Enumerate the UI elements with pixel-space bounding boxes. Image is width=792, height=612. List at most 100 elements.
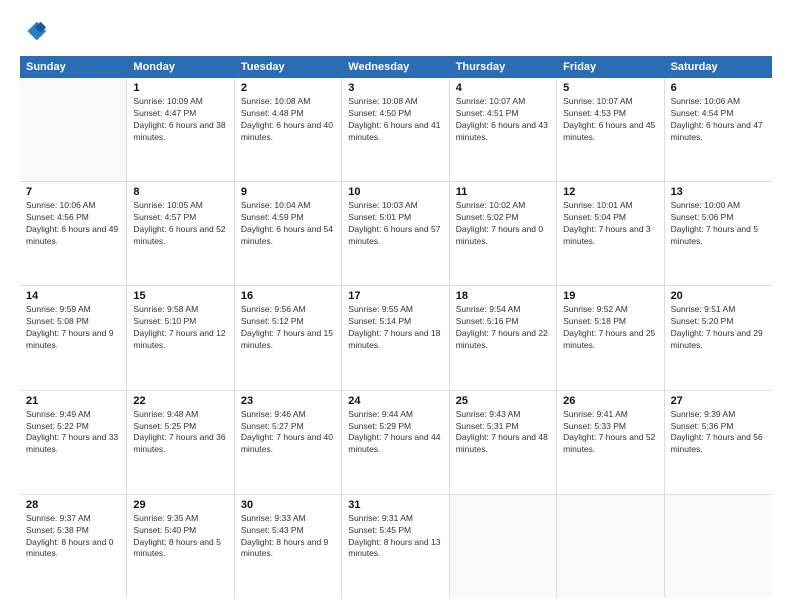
day-detail: Sunrise: 9:31 AMSunset: 5:45 PMDaylight:… bbox=[348, 513, 442, 561]
weekday-header: Monday bbox=[127, 56, 234, 78]
calendar-cell: 14Sunrise: 9:59 AMSunset: 5:08 PMDayligh… bbox=[20, 286, 127, 389]
calendar-cell: 19Sunrise: 9:52 AMSunset: 5:18 PMDayligh… bbox=[557, 286, 664, 389]
calendar-cell: 9 Sunrise: 10:04 AMSunset: 4:59 PMDayligh… bbox=[235, 182, 342, 285]
calendar-row: 14Sunrise: 9:59 AMSunset: 5:08 PMDayligh… bbox=[20, 286, 772, 390]
day-detail: Sunrise: 10:09 AMSunset: 4:47 PMDaylight… bbox=[133, 96, 227, 144]
weekday-header: Saturday bbox=[665, 56, 772, 78]
day-number: 4 bbox=[456, 82, 550, 94]
day-detail: Sunrise: 10:08 AMSunset: 4:48 PMDaylight… bbox=[241, 96, 335, 144]
day-number: 3 bbox=[348, 82, 442, 94]
day-detail: Sunrise: 10:07 AMSunset: 4:53 PMDaylight… bbox=[563, 96, 657, 144]
calendar-row: 21 Sunrise: 9:49 AMSunset: 5:22 PMDayligh… bbox=[20, 391, 772, 495]
calendar-cell: 26 Sunrise: 9:41 AMSunset: 5:33 PMDayligh… bbox=[557, 391, 664, 494]
day-number: 28 bbox=[26, 499, 120, 511]
calendar-header: SundayMondayTuesdayWednesdayThursdayFrid… bbox=[20, 56, 772, 78]
logo-icon bbox=[20, 18, 48, 46]
calendar-cell: 21 Sunrise: 9:49 AMSunset: 5:22 PMDayligh… bbox=[20, 391, 127, 494]
day-number: 11 bbox=[456, 186, 550, 198]
calendar-row: 1 Sunrise: 10:09 AMSunset: 4:47 PMDayligh… bbox=[20, 78, 772, 182]
day-detail: Sunrise: 9:49 AMSunset: 5:22 PMDaylight:… bbox=[26, 409, 120, 457]
day-number: 30 bbox=[241, 499, 335, 511]
day-number: 16 bbox=[241, 290, 335, 302]
day-number: 5 bbox=[563, 82, 657, 94]
day-detail: Sunrise: 9:44 AMSunset: 5:29 PMDaylight:… bbox=[348, 409, 442, 457]
day-number: 7 bbox=[26, 186, 120, 198]
day-number: 10 bbox=[348, 186, 442, 198]
calendar-cell: 17 Sunrise: 9:55 AMSunset: 5:14 PMDayligh… bbox=[342, 286, 449, 389]
calendar-cell: 7 Sunrise: 10:06 AMSunset: 4:56 PMDayligh… bbox=[20, 182, 127, 285]
day-detail: Sunrise: 10:06 AMSunset: 4:56 PMDaylight… bbox=[26, 200, 120, 248]
day-number: 1 bbox=[133, 82, 227, 94]
day-detail: Sunrise: 9:51 AMSunset: 5:20 PMDaylight:… bbox=[671, 304, 766, 352]
day-detail: Sunrise: 9:56 AMSunset: 5:12 PMDaylight:… bbox=[241, 304, 335, 352]
calendar-cell: 8 Sunrise: 10:05 AMSunset: 4:57 PMDayligh… bbox=[127, 182, 234, 285]
calendar-cell: 12 Sunrise: 10:01 AMSunset: 5:04 PMDaylig… bbox=[557, 182, 664, 285]
day-number: 27 bbox=[671, 395, 766, 407]
calendar-cell: 25Sunrise: 9:43 AMSunset: 5:31 PMDayligh… bbox=[450, 391, 557, 494]
weekday-header: Sunday bbox=[20, 56, 127, 78]
day-number: 17 bbox=[348, 290, 442, 302]
day-number: 6 bbox=[671, 82, 766, 94]
calendar-cell: 27 Sunrise: 9:39 AMSunset: 5:36 PMDayligh… bbox=[665, 391, 772, 494]
day-number: 26 bbox=[563, 395, 657, 407]
day-detail: Sunrise: 9:55 AMSunset: 5:14 PMDaylight:… bbox=[348, 304, 442, 352]
day-detail: Sunrise: 9:39 AMSunset: 5:36 PMDaylight:… bbox=[671, 409, 766, 457]
logo bbox=[20, 18, 52, 46]
day-detail: Sunrise: 10:07 AMSunset: 4:51 PMDaylight… bbox=[456, 96, 550, 144]
calendar-cell: 18Sunrise: 9:54 AMSunset: 5:16 PMDayligh… bbox=[450, 286, 557, 389]
day-number: 23 bbox=[241, 395, 335, 407]
day-detail: Sunrise: 9:41 AMSunset: 5:33 PMDaylight:… bbox=[563, 409, 657, 457]
day-detail: Sunrise: 9:35 AMSunset: 5:40 PMDaylight:… bbox=[133, 513, 227, 561]
calendar-cell: 31 Sunrise: 9:31 AMSunset: 5:45 PMDayligh… bbox=[342, 495, 449, 598]
day-detail: Sunrise: 10:04 AMSunset: 4:59 PMDaylight… bbox=[241, 200, 335, 248]
calendar-body: 1 Sunrise: 10:09 AMSunset: 4:47 PMDayligh… bbox=[20, 78, 772, 598]
weekday-header: Thursday bbox=[450, 56, 557, 78]
day-number: 31 bbox=[348, 499, 442, 511]
weekday-header: Tuesday bbox=[235, 56, 342, 78]
calendar-cell: 22Sunrise: 9:48 AMSunset: 5:25 PMDayligh… bbox=[127, 391, 234, 494]
calendar-cell: 1 Sunrise: 10:09 AMSunset: 4:47 PMDayligh… bbox=[127, 78, 234, 181]
calendar-cell: 13 Sunrise: 10:00 AMSunset: 5:06 PMDaylig… bbox=[665, 182, 772, 285]
day-number: 2 bbox=[241, 82, 335, 94]
day-number: 21 bbox=[26, 395, 120, 407]
day-number: 13 bbox=[671, 186, 766, 198]
calendar-cell: 30 Sunrise: 9:33 AMSunset: 5:43 PMDayligh… bbox=[235, 495, 342, 598]
day-number: 25 bbox=[456, 395, 550, 407]
calendar-cell: 20 Sunrise: 9:51 AMSunset: 5:20 PMDayligh… bbox=[665, 286, 772, 389]
calendar-cell: 11 Sunrise: 10:02 AMSunset: 5:02 PMDaylig… bbox=[450, 182, 557, 285]
day-detail: Sunrise: 10:00 AMSunset: 5:06 PMDaylight… bbox=[671, 200, 766, 248]
calendar-cell: 23 Sunrise: 9:46 AMSunset: 5:27 PMDayligh… bbox=[235, 391, 342, 494]
day-detail: Sunrise: 9:46 AMSunset: 5:27 PMDaylight:… bbox=[241, 409, 335, 457]
day-detail: Sunrise: 9:37 AMSunset: 5:38 PMDaylight:… bbox=[26, 513, 120, 561]
calendar-cell: 4 Sunrise: 10:07 AMSunset: 4:51 PMDayligh… bbox=[450, 78, 557, 181]
day-number: 29 bbox=[133, 499, 227, 511]
day-detail: Sunrise: 10:02 AMSunset: 5:02 PMDaylight… bbox=[456, 200, 550, 248]
day-detail: Sunrise: 10:05 AMSunset: 4:57 PMDaylight… bbox=[133, 200, 227, 248]
calendar-cell bbox=[450, 495, 557, 598]
day-detail: Sunrise: 9:59 AMSunset: 5:08 PMDaylight:… bbox=[26, 304, 120, 352]
day-number: 20 bbox=[671, 290, 766, 302]
day-number: 15 bbox=[133, 290, 227, 302]
day-detail: Sunrise: 10:06 AMSunset: 4:54 PMDaylight… bbox=[671, 96, 766, 144]
day-detail: Sunrise: 9:33 AMSunset: 5:43 PMDaylight:… bbox=[241, 513, 335, 561]
calendar-cell bbox=[20, 78, 127, 181]
calendar-row: 7 Sunrise: 10:06 AMSunset: 4:56 PMDayligh… bbox=[20, 182, 772, 286]
day-number: 9 bbox=[241, 186, 335, 198]
day-detail: Sunrise: 10:01 AMSunset: 5:04 PMDaylight… bbox=[563, 200, 657, 248]
day-number: 8 bbox=[133, 186, 227, 198]
day-detail: Sunrise: 9:52 AMSunset: 5:18 PMDaylight:… bbox=[563, 304, 657, 352]
calendar-cell: 6 Sunrise: 10:06 AMSunset: 4:54 PMDayligh… bbox=[665, 78, 772, 181]
day-detail: Sunrise: 10:08 AMSunset: 4:50 PMDaylight… bbox=[348, 96, 442, 144]
calendar-cell bbox=[557, 495, 664, 598]
header bbox=[20, 18, 772, 46]
day-detail: Sunrise: 10:03 AMSunset: 5:01 PMDaylight… bbox=[348, 200, 442, 248]
day-number: 12 bbox=[563, 186, 657, 198]
day-detail: Sunrise: 9:58 AMSunset: 5:10 PMDaylight:… bbox=[133, 304, 227, 352]
calendar-cell: 3 Sunrise: 10:08 AMSunset: 4:50 PMDayligh… bbox=[342, 78, 449, 181]
calendar-cell: 2 Sunrise: 10:08 AMSunset: 4:48 PMDayligh… bbox=[235, 78, 342, 181]
calendar-cell: 16 Sunrise: 9:56 AMSunset: 5:12 PMDayligh… bbox=[235, 286, 342, 389]
day-detail: Sunrise: 9:54 AMSunset: 5:16 PMDaylight:… bbox=[456, 304, 550, 352]
calendar-cell: 28 Sunrise: 9:37 AMSunset: 5:38 PMDayligh… bbox=[20, 495, 127, 598]
day-number: 24 bbox=[348, 395, 442, 407]
weekday-header: Wednesday bbox=[342, 56, 449, 78]
